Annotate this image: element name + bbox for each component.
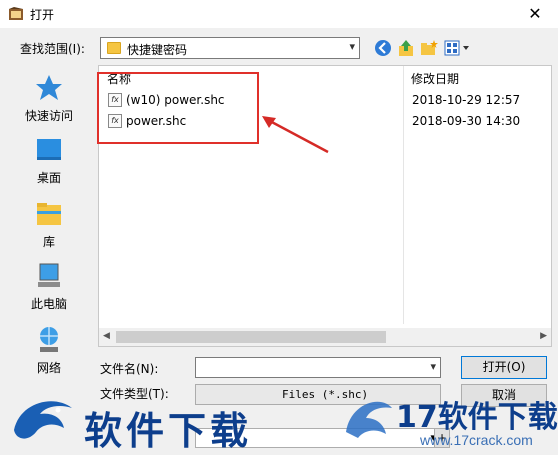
app-icon: [9, 7, 23, 20]
place-quick-access[interactable]: 快速访问: [4, 69, 94, 129]
watermark-left: 软件下载: [6, 388, 276, 454]
desktop-icon: [37, 139, 61, 160]
file-date: 2018-10-29 12:57: [412, 93, 521, 107]
scroll-right-icon[interactable]: ▶: [540, 331, 547, 341]
file-name-field[interactable]: ▾: [195, 357, 441, 378]
up-folder-icon[interactable]: [397, 39, 415, 57]
network-icon: [40, 327, 58, 352]
window-title: 打开: [30, 8, 55, 22]
place-network[interactable]: 网络: [4, 321, 94, 381]
watermark: 软件下载 17软件下载 www.17crack.com: [0, 388, 558, 454]
place-this-pc[interactable]: 此电脑: [4, 257, 94, 317]
place-label: 库: [42, 235, 55, 249]
chevron-down-icon[interactable]: ▾: [349, 40, 355, 53]
star-icon: [36, 75, 62, 100]
title-bar: 打开 ✕: [0, 0, 558, 28]
place-label: 桌面: [36, 171, 61, 185]
place-label: 网络: [36, 361, 61, 375]
place-library[interactable]: 库: [4, 195, 94, 255]
computer-icon: [38, 263, 60, 287]
scrollbar-thumb[interactable]: [116, 331, 386, 343]
watermark-url: www.17crack.com: [420, 432, 533, 448]
watermark-right: 17软件下载 www.17crack.com: [340, 388, 558, 454]
place-desktop[interactable]: 桌面: [4, 131, 94, 191]
chevron-down-icon[interactable]: ▾: [430, 360, 436, 373]
watermark-brand: 17软件下载: [396, 400, 558, 435]
open-dialog: 打开 ✕ 查找范围(I): 快捷键密码 ▾ 快速访问 桌面 库 此电脑 网络 名…: [0, 0, 558, 454]
library-icon: [37, 203, 61, 225]
file-date: 2018-09-30 14:30: [412, 114, 521, 128]
close-button[interactable]: ✕: [512, 0, 558, 28]
file-name-label: 文件名(N):: [100, 362, 159, 376]
back-icon[interactable]: [374, 39, 392, 57]
dragon-badge-icon: [346, 401, 392, 438]
annotation-arrow-icon: [262, 116, 329, 154]
view-menu-icon[interactable]: [444, 39, 472, 57]
watermark-left-text: 软件下载: [84, 408, 253, 453]
look-in-value: 快捷键密码: [127, 43, 188, 57]
annotation-highlight-box: [97, 72, 259, 144]
place-label: 此电脑: [30, 297, 67, 311]
new-folder-icon[interactable]: [420, 39, 438, 57]
scroll-left-icon[interactable]: ◀: [103, 331, 110, 341]
folder-icon: [107, 42, 121, 54]
open-button[interactable]: 打开(O): [461, 356, 547, 379]
dragon-logo-icon: [14, 401, 72, 439]
column-header-date[interactable]: 修改日期: [411, 70, 459, 87]
look-in-combobox[interactable]: 快捷键密码 ▾: [100, 37, 360, 59]
look-in-label: 查找范围(I):: [20, 42, 85, 56]
places-bar: 快速访问 桌面 库 此电脑 网络: [4, 65, 94, 387]
place-label: 快速访问: [24, 109, 73, 123]
horizontal-scrollbar[interactable]: ◀ ▶: [99, 328, 551, 346]
